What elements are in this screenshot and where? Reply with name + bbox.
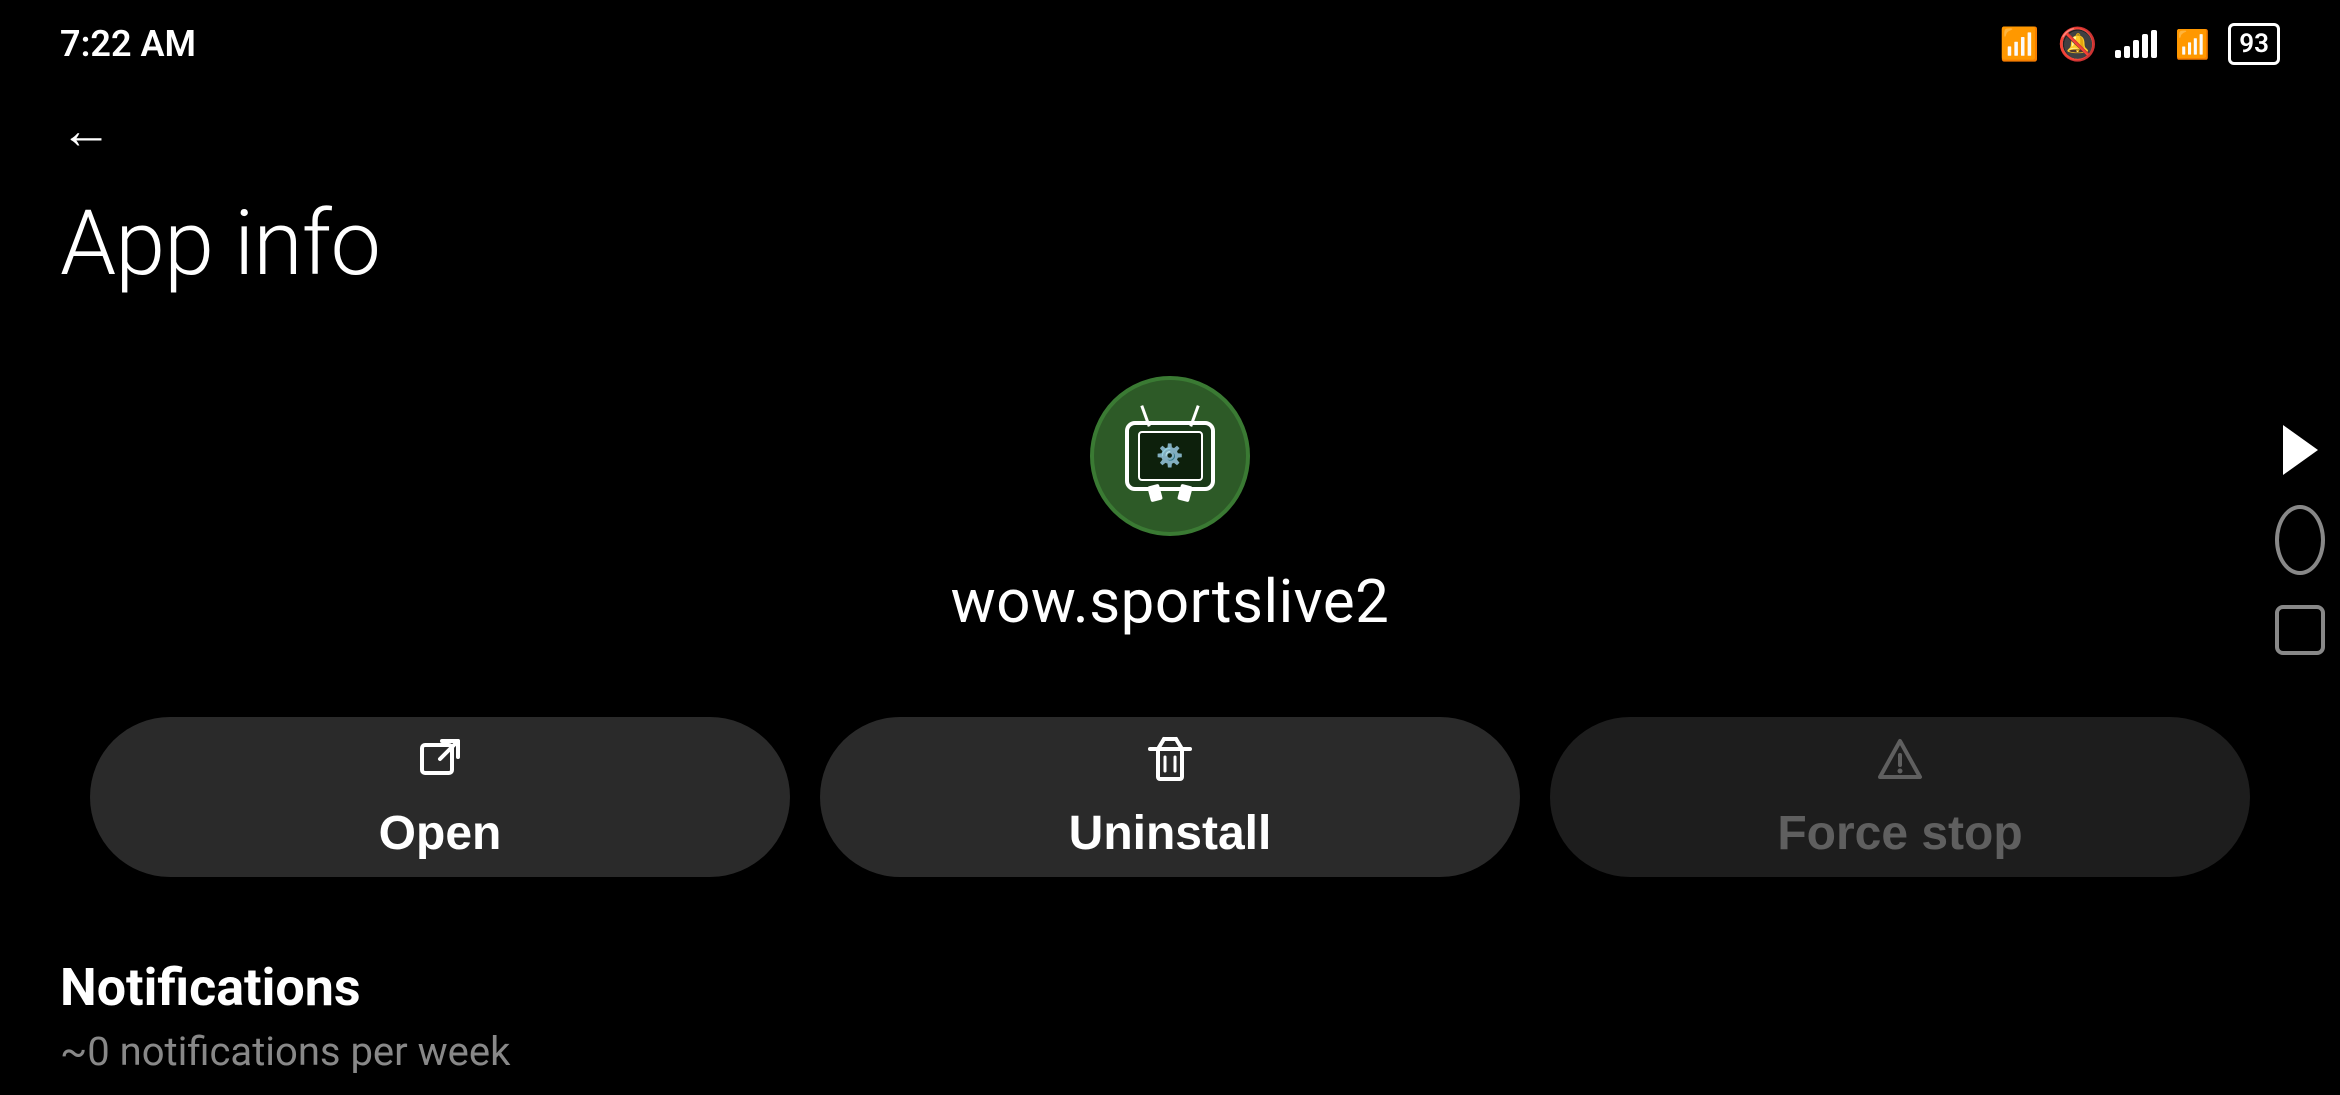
page-title: App info (0, 181, 2340, 356)
signal-bars (2115, 30, 2157, 58)
tv-gear-icon: ⚙️ (1156, 444, 1183, 469)
open-label: Open (379, 806, 502, 861)
uninstall-label: Uninstall (1069, 806, 1272, 861)
notifications-subtitle: ~0 notifications per week (60, 1028, 2280, 1075)
tv-screen: ⚙️ (1138, 431, 1203, 481)
uninstall-button[interactable]: Uninstall (820, 717, 1520, 877)
home-button[interactable] (2275, 515, 2325, 565)
right-controls (2260, 0, 2340, 1080)
tv-antenna-right (1189, 405, 1199, 427)
wifi-icon: 📶 (2175, 28, 2210, 61)
back-arrow-icon: ← (60, 100, 112, 161)
signal-bar-4 (2142, 34, 2148, 58)
app-name: wow.sportslive2 (951, 566, 1390, 637)
back-button[interactable]: ← (0, 80, 2340, 181)
signal-bar-1 (2115, 50, 2121, 58)
bluetooth-icon: 📶 (2000, 25, 2040, 63)
signal-bar-5 (2151, 30, 2157, 58)
uninstall-icon (1144, 733, 1196, 798)
action-buttons: Open Uninstall Force stop (0, 687, 2340, 937)
tv-icon: ⚙️ (1125, 421, 1215, 491)
status-icons: 📶 🔕 📶 93 (2000, 23, 2280, 65)
app-icon-inner: ⚙️ (1120, 416, 1220, 496)
signal-bar-2 (2124, 46, 2130, 58)
silent-icon: 🔕 (2058, 25, 2098, 63)
open-icon (414, 733, 466, 798)
force-stop-label: Force stop (1777, 806, 2022, 861)
open-button[interactable]: Open (90, 717, 790, 877)
square-icon (2275, 605, 2325, 655)
tv-stand-left (1147, 484, 1163, 503)
force-stop-button[interactable]: Force stop (1550, 717, 2250, 877)
circle-icon (2275, 505, 2325, 575)
chevron-right-icon (2283, 425, 2318, 475)
force-stop-icon (1874, 733, 1926, 798)
notifications-title: Notifications (60, 957, 2280, 1018)
notifications-section: Notifications ~0 notifications per week (0, 937, 2340, 1095)
tv-antenna-left (1140, 405, 1150, 427)
app-info-section: ⚙️ wow.sportslive2 (0, 356, 2340, 687)
status-bar: 7:22 AM 📶 🔕 📶 93 (0, 0, 2340, 80)
status-time: 7:22 AM (60, 23, 196, 65)
app-icon: ⚙️ (1090, 376, 1250, 536)
signal-bar-3 (2133, 40, 2139, 58)
recents-button[interactable] (2275, 605, 2325, 655)
back-nav-button[interactable] (2275, 425, 2325, 475)
tv-stand-right (1177, 484, 1193, 503)
